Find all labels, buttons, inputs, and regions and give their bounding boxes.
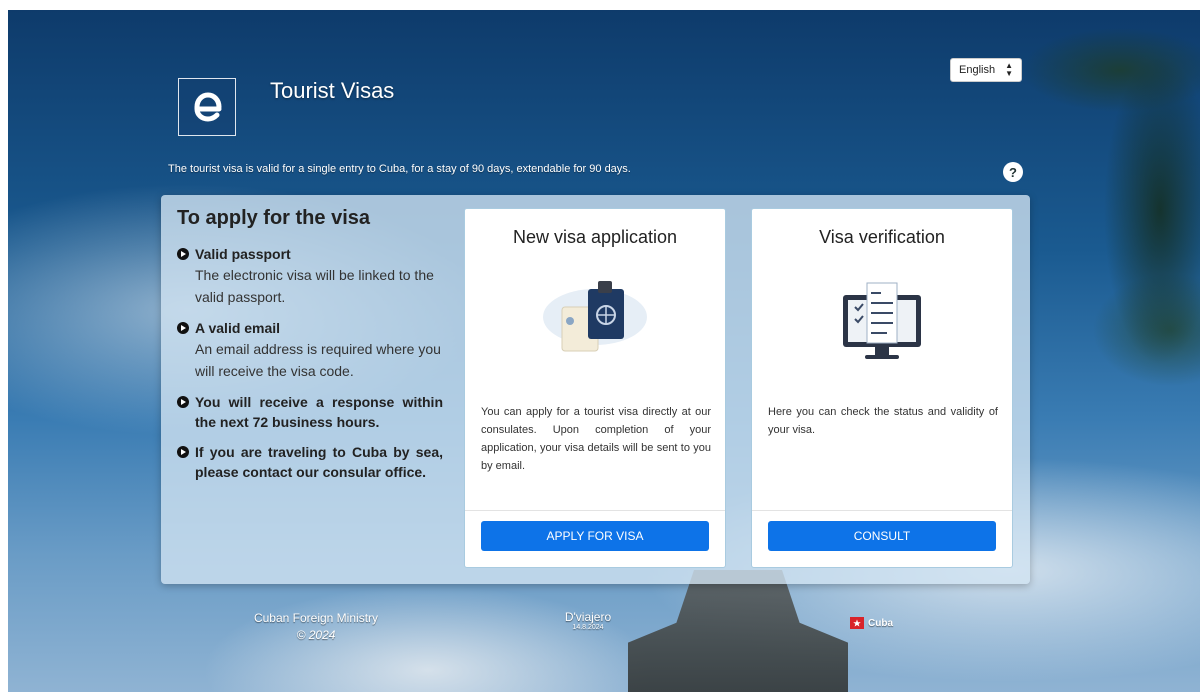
cuba-flag-icon — [850, 617, 864, 629]
requirement-item: Valid passport The electronic visa will … — [177, 244, 443, 308]
help-icon[interactable]: ? — [1003, 162, 1023, 182]
language-selected: English — [959, 64, 996, 76]
card-footer: APPLY FOR VISA — [465, 510, 725, 567]
visa-verification-card: Visa verification Here you can check the… — [751, 208, 1013, 568]
bullet-arrow-icon — [177, 446, 189, 458]
card-title: New visa application — [512, 227, 678, 247]
main-panel: To apply for the visa Valid passport The… — [161, 195, 1030, 584]
footer-country[interactable]: Cuba — [850, 617, 893, 629]
e-logo-icon — [194, 92, 222, 122]
requirement-title: If you are traveling to Cuba by sea, ple… — [195, 444, 443, 480]
passport-illustration — [465, 277, 725, 367]
requirement-item: You will receive a response within the n… — [177, 392, 443, 432]
requirement-item: If you are traveling to Cuba by sea, ple… — [177, 442, 443, 482]
app-name: D'viajero — [564, 610, 612, 624]
page-title: Tourist Visas — [270, 78, 395, 103]
requirement-body: The electronic visa will be linked to th… — [195, 267, 434, 305]
select-arrows-icon: ▲ ▼ — [1005, 61, 1013, 78]
bullet-arrow-icon — [177, 248, 189, 260]
verification-illustration — [752, 277, 1012, 367]
monitor-checklist-icon — [843, 282, 921, 359]
requirement-title: You will receive a response within the n… — [195, 394, 443, 430]
bullet-arrow-icon — [177, 396, 189, 408]
monument-decoration — [628, 570, 848, 692]
requirement-item: A valid email An email address is requir… — [177, 318, 443, 382]
app-version: 14.8.2024 — [572, 624, 604, 631]
new-application-card: New visa application You can apply for a… — [464, 208, 726, 568]
requirements-section: To apply for the visa Valid passport The… — [177, 207, 443, 492]
site-logo — [178, 78, 236, 136]
card-description: You can apply for a tourist visa directl… — [481, 406, 711, 472]
ministry-name: Cuban Foreign Ministry — [253, 611, 379, 625]
country-name: Cuba — [868, 617, 893, 629]
requirement-body: An email address is required where you w… — [195, 341, 441, 379]
passport-icon — [543, 281, 647, 352]
card-description: Here you can check the status and validi… — [768, 406, 998, 436]
card-title: Visa verification — [819, 227, 945, 247]
card-footer: CONSULT — [752, 510, 1012, 567]
requirement-title: A valid email — [195, 320, 281, 336]
bullet-arrow-icon — [177, 322, 189, 334]
language-select[interactable]: English ▲ ▼ — [950, 58, 1022, 82]
copyright-year: © 2024 — [296, 628, 336, 642]
page-subtitle: The tourist visa is valid for a single e… — [168, 163, 631, 175]
footer-app: D'viajero 14.8.2024 — [550, 610, 626, 631]
footer-ministry: Cuban Foreign Ministry © 2024 — [228, 610, 404, 644]
apply-for-visa-button[interactable]: APPLY FOR VISA — [481, 521, 709, 551]
requirements-heading: To apply for the visa — [177, 207, 370, 229]
requirement-title: Valid passport — [195, 246, 291, 262]
consult-button[interactable]: CONSULT — [768, 521, 996, 551]
